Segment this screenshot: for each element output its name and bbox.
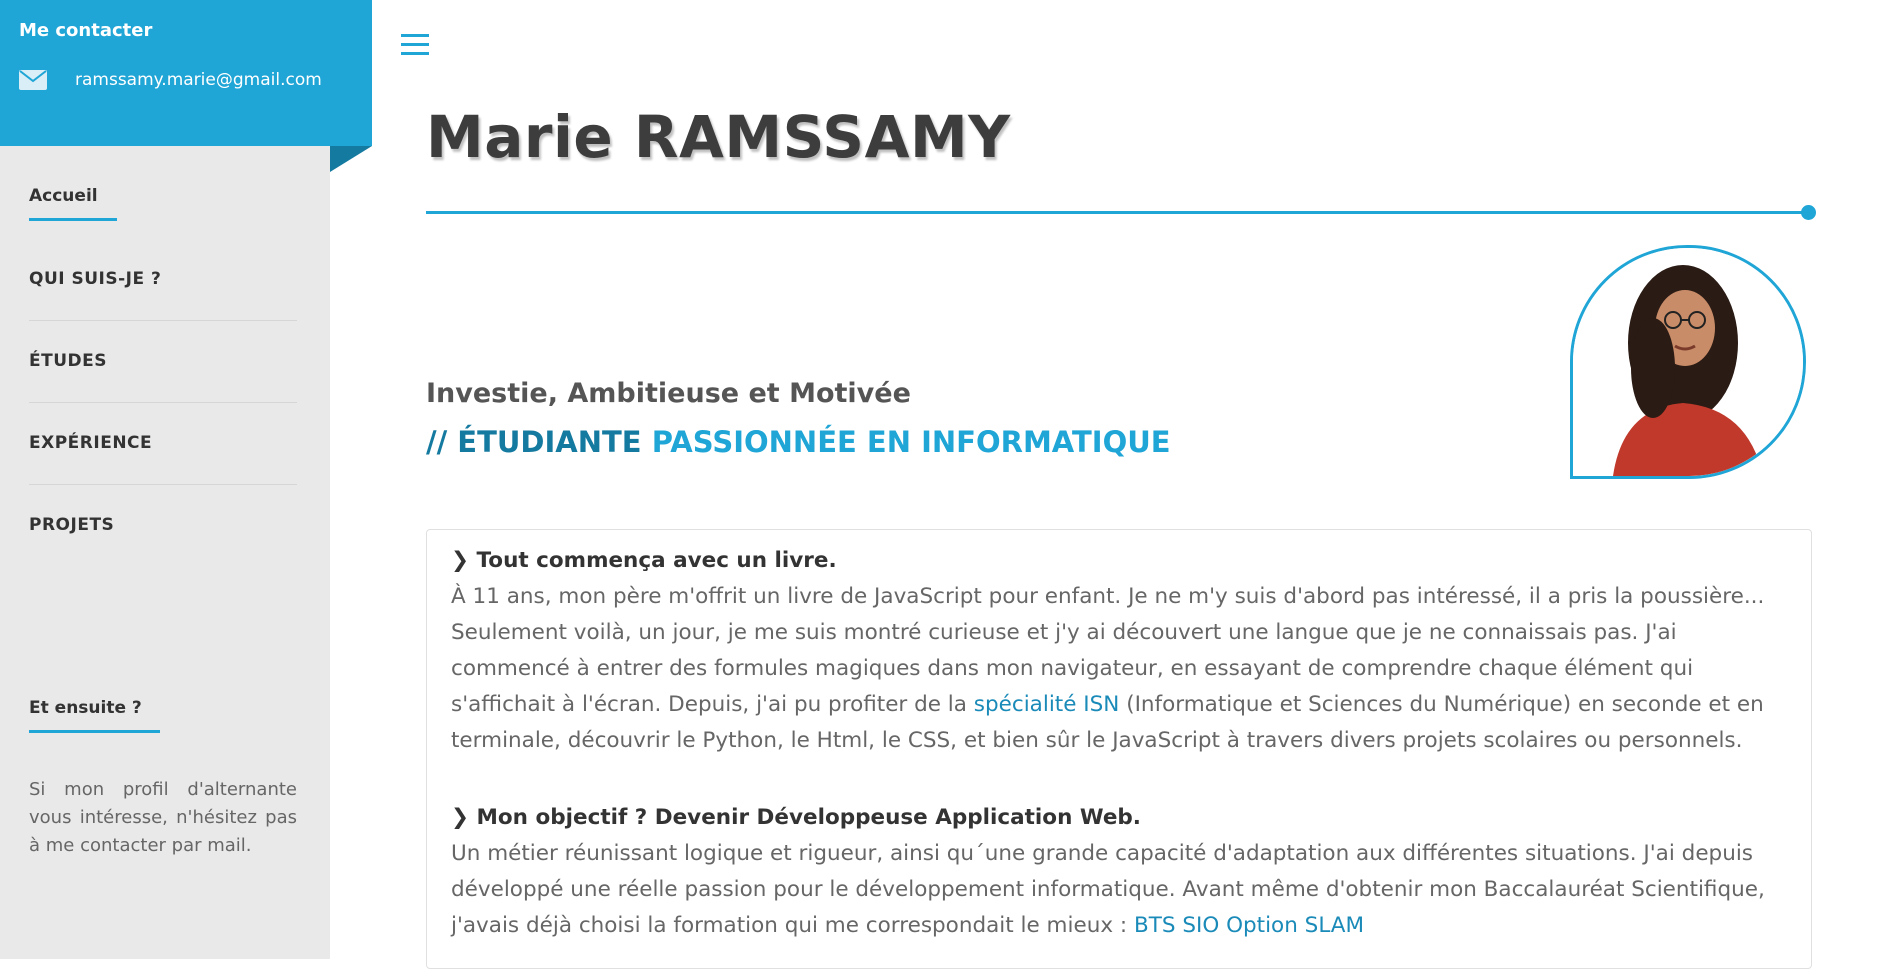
section-title: ❯ Tout commença avec un livre. <box>451 548 837 573</box>
title-divider <box>426 211 1808 214</box>
nav-item-studies[interactable]: ÉTUDES <box>29 321 297 403</box>
avatar-illustration <box>1573 248 1803 476</box>
nav-item-experience[interactable]: EXPÉRIENCE <box>29 403 297 485</box>
profile-photo <box>1570 245 1806 479</box>
contact-email-text[interactable]: ramssamy.marie@gmail.com <box>75 70 322 90</box>
section-text: À 11 ans, mon père m'offrit un livre de … <box>451 584 1765 753</box>
nav-item-projects[interactable]: PROJETS <box>29 485 297 566</box>
section-title: ❯ Mon objectif ? Devenir Développeuse Ap… <box>451 805 1141 830</box>
tagline: Investie, Ambitieuse et Motivée <box>426 378 911 409</box>
section-goal: ❯ Mon objectif ? Devenir Développeuse Ap… <box>451 800 1789 944</box>
role-prefix: // ÉTUDIANTE <box>426 425 642 459</box>
nav-home-link[interactable]: Accueil <box>29 186 117 221</box>
role-rest: PASSIONNÉE EN INFORMATIQUE <box>651 425 1171 459</box>
contact-email[interactable]: ramssamy.marie@gmail.com <box>19 70 322 90</box>
section-book: ❯ Tout commença avec un livre. À 11 ans,… <box>451 543 1789 759</box>
isn-link[interactable]: spécialité ISN <box>974 692 1120 717</box>
contact-title: Me contacter <box>19 20 153 41</box>
page-title: Marie RAMSSAMY <box>426 103 1011 171</box>
contact-panel: Me contacter ramssamy.marie@gmail.com <box>0 0 372 146</box>
sidebar-nav: Accueil QUI SUIS-JE ? ÉTUDES EXPÉRIENCE … <box>29 186 297 566</box>
nav-item-about[interactable]: QUI SUIS-JE ? <box>29 239 297 321</box>
aside-text: Si mon profil d'alternante vous intéress… <box>29 779 297 856</box>
divider-dot <box>1801 205 1816 220</box>
section-text: Un métier réunissant logique et rigueur,… <box>451 841 1765 938</box>
ribbon-fold <box>330 146 372 172</box>
bts-link[interactable]: BTS SIO Option SLAM <box>1134 913 1364 938</box>
envelope-icon <box>19 70 47 90</box>
menu-icon[interactable] <box>401 34 429 58</box>
aside-title: Et ensuite ? <box>29 698 160 733</box>
role-title: // ÉTUDIANTE PASSIONNÉE EN INFORMATIQUE <box>426 425 1171 459</box>
